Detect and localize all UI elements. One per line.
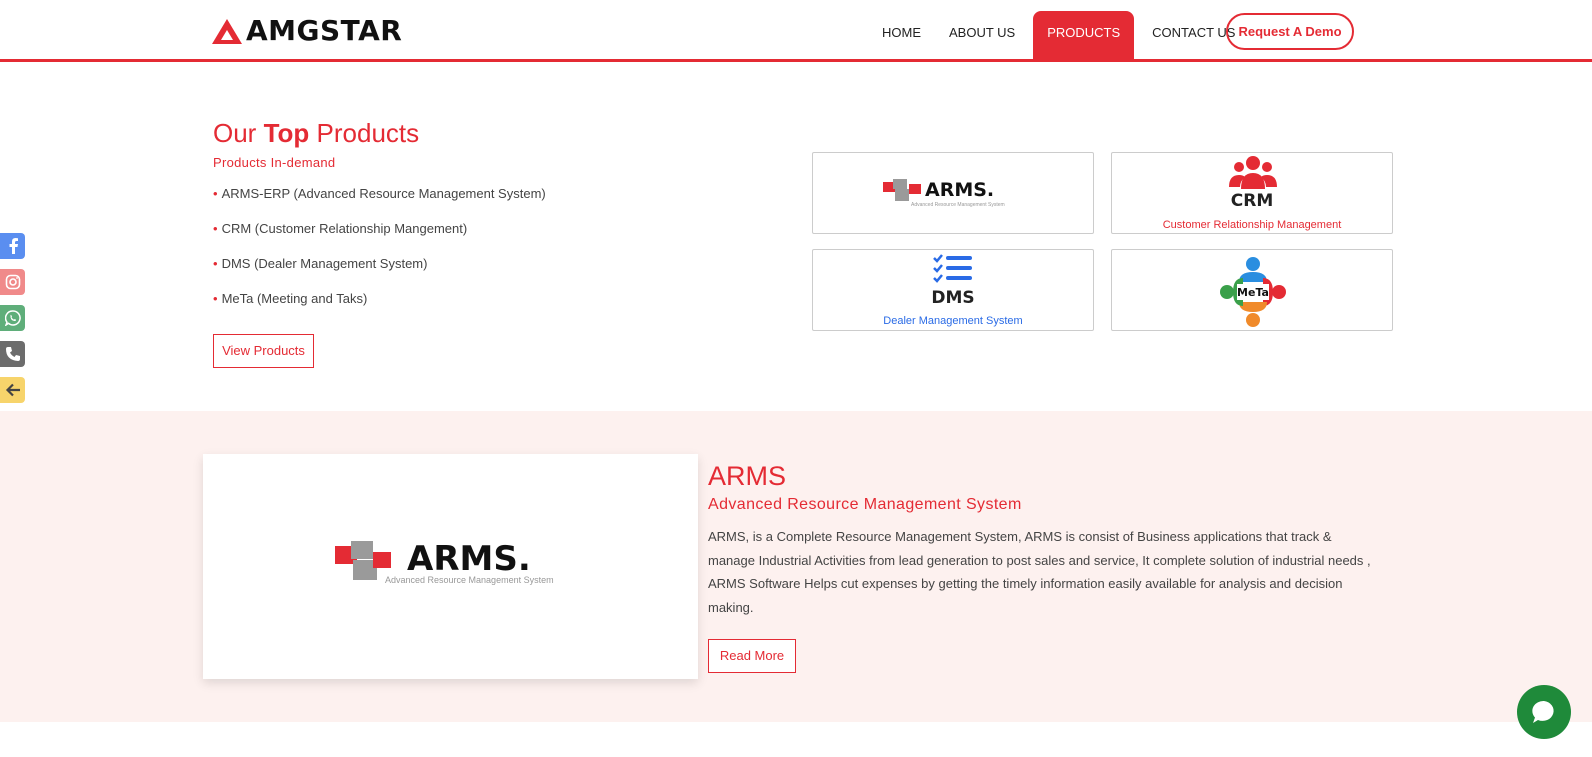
product-card-meta[interactable]: MeTa	[1111, 249, 1393, 331]
dms-caption: Dealer Management System	[883, 315, 1023, 327]
instagram-link[interactable]	[0, 269, 25, 295]
phone-icon	[5, 347, 20, 361]
nav-about-us[interactable]: ABOUT US	[935, 11, 1029, 59]
top-products-title: Our Top Products	[213, 118, 419, 149]
dms-logo-text: DMS	[931, 288, 975, 308]
phone-link[interactable]	[0, 341, 25, 367]
list-item-text: ARMS-ERP (Advanced Resource Management S…	[221, 186, 546, 201]
product-card-crm[interactable]: CRM Customer Relationship Management	[1111, 152, 1393, 234]
crm-caption: Customer Relationship Management	[1162, 219, 1342, 231]
arms-image: ARMS. Advanced Resource Management Syste…	[203, 454, 698, 679]
crm-logo-text: CRM	[1230, 191, 1274, 211]
request-demo-button[interactable]: Request A Demo	[1226, 13, 1354, 50]
facebook-icon	[9, 238, 18, 254]
view-products-button[interactable]: View Products	[213, 334, 314, 368]
svg-text:Advanced Resource Management S: Advanced Resource Management System	[385, 575, 554, 585]
whatsapp-icon	[4, 310, 21, 326]
product-list: • ARMS-ERP (Advanced Resource Management …	[213, 186, 546, 326]
svg-text:MeTa: MeTa	[1237, 286, 1269, 299]
list-item-text: MeTa (Meeting and Taks)	[221, 291, 368, 306]
nav-products[interactable]: PRODUCTS	[1033, 11, 1135, 59]
arms-logo-large-icon: ARMS. Advanced Resource Management Syste…	[335, 539, 554, 585]
read-more-button[interactable]: Read More	[708, 639, 796, 673]
product-card-dms[interactable]: DMS Dealer Management System	[812, 249, 1094, 331]
instagram-icon	[5, 274, 20, 290]
facebook-link[interactable]	[0, 233, 25, 259]
site-header: AMGSTAR HOME ABOUT US PRODUCTS CONTACT U…	[0, 0, 1592, 62]
main-nav: HOME ABOUT US PRODUCTS CONTACT US	[868, 11, 1249, 59]
arms-logo-icon: ARMS. Advanced Resource Management Syste…	[883, 179, 1005, 208]
whatsapp-link[interactable]	[0, 305, 25, 331]
chat-button[interactable]	[1517, 685, 1571, 739]
arms-description: ARMS, is a Complete Resource Management …	[708, 529, 1371, 615]
bullet: •	[213, 291, 218, 306]
arms-subtitle: Advanced Resource Management System	[708, 496, 1022, 513]
title-part: Our	[213, 118, 257, 148]
top-products-subtitle: Products In-demand	[213, 155, 336, 170]
product-card-arms[interactable]: ARMS. Advanced Resource Management Syste…	[812, 152, 1094, 234]
list-item-text: CRM (Customer Relationship Mangement)	[221, 221, 468, 236]
bullet: •	[213, 256, 218, 271]
list-item: • CRM (Customer Relationship Mangement)	[213, 221, 546, 256]
crm-people-icon	[1229, 156, 1277, 189]
list-item: • MeTa (Meeting and Taks)	[213, 291, 546, 326]
title-part: Products	[316, 118, 420, 148]
svg-text:Advanced Resource Management S: Advanced Resource Management System	[911, 202, 1005, 208]
brand-logo[interactable]: AMGSTAR	[212, 17, 402, 45]
arrow-left-icon	[5, 383, 20, 397]
list-item: • ARMS-ERP (Advanced Resource Management …	[213, 186, 546, 221]
dms-checklist-icon	[933, 254, 972, 283]
meta-logo-icon: MeTa	[1220, 257, 1286, 327]
title-bold-part: Top	[263, 118, 310, 148]
collapse-social-button[interactable]	[0, 377, 25, 403]
chat-bubble-icon	[1532, 700, 1554, 723]
brand-name: AMGSTAR	[246, 14, 403, 47]
bullet: •	[213, 186, 218, 201]
svg-text:ARMS.: ARMS.	[407, 539, 531, 579]
nav-home[interactable]: HOME	[868, 11, 935, 59]
arms-title: ARMS	[708, 461, 787, 491]
amgstar-logo-icon	[212, 18, 242, 44]
svg-text:ARMS.: ARMS.	[925, 179, 994, 201]
list-item: • DMS (Dealer Management System)	[213, 256, 546, 291]
list-item-text: DMS (Dealer Management System)	[221, 256, 428, 271]
bullet: •	[213, 221, 218, 236]
